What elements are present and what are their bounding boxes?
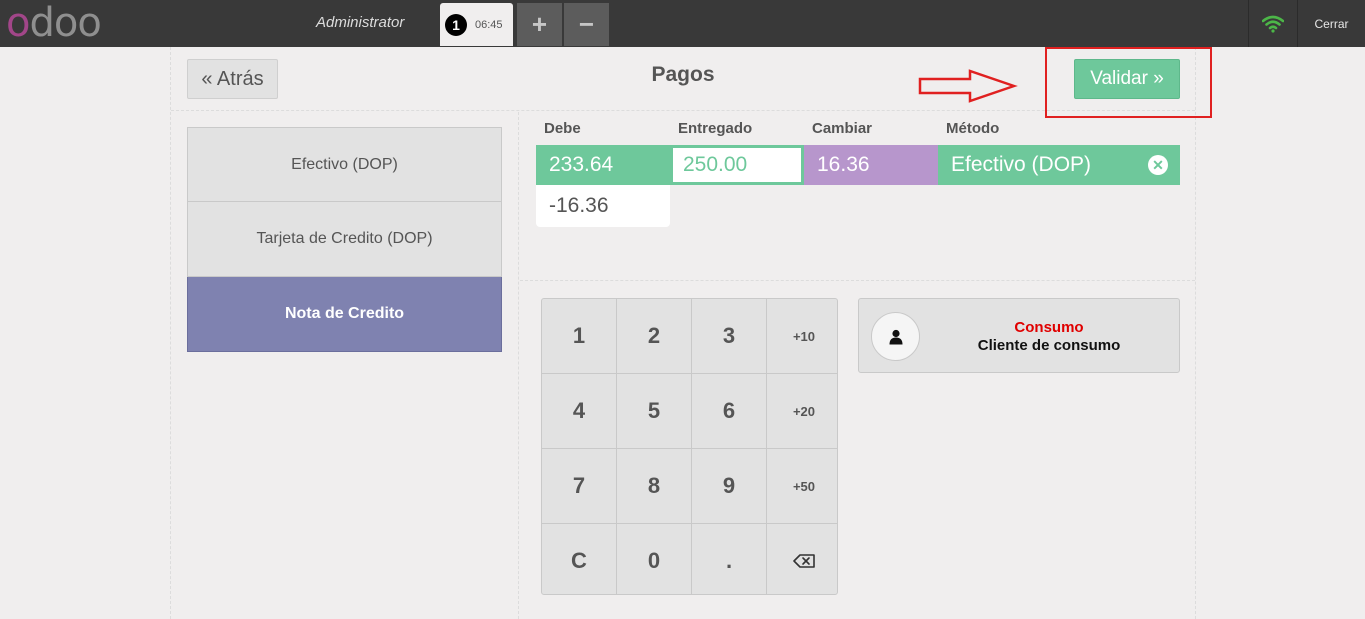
annotation-highlight-box <box>1045 47 1212 118</box>
numpad-key-clear[interactable]: C <box>542 524 616 594</box>
top-bar: o doo Administrator 1 06:45 + − Cerrar <box>0 0 1365 47</box>
payment-method-credit-note[interactable]: Nota de Credito <box>187 277 502 352</box>
header-change: Cambiar <box>812 120 873 137</box>
header-method: Método <box>946 120 1000 137</box>
wifi-icon <box>1262 15 1284 33</box>
numpad: 1 2 3 +10 4 5 6 +20 7 8 9 +50 C 0 . <box>541 298 838 595</box>
network-status[interactable] <box>1248 0 1297 47</box>
payment-details-panel: Debe Entregado Cambiar Método 233.64 250… <box>520 112 1195 619</box>
numpad-key-5[interactable]: 5 <box>617 374 691 448</box>
line-tendered-input[interactable]: 250.00 <box>670 145 804 185</box>
payment-method-list: Efectivo (DOP) Tarjeta de Credito (DOP) … <box>187 127 502 352</box>
order-time: 06:45 <box>475 18 503 31</box>
add-order-button[interactable]: + <box>517 3 562 46</box>
line-change[interactable]: 16.36 <box>804 145 938 185</box>
numpad-key-0[interactable]: 0 <box>617 524 691 594</box>
delete-order-button[interactable]: − <box>564 3 609 46</box>
backspace-icon <box>793 554 815 568</box>
annotation-arrow-icon <box>918 69 1018 103</box>
user-icon <box>889 329 902 344</box>
numpad-key-plus50[interactable]: +50 <box>767 449 837 523</box>
remove-line-icon[interactable]: ✕ <box>1148 155 1168 175</box>
order-tab[interactable]: 1 06:45 <box>440 3 513 46</box>
paymentlines: Debe Entregado Cambiar Método 233.64 250… <box>520 112 1195 281</box>
odoo-logo: o doo <box>6 0 102 46</box>
logo-letter-o: o <box>6 0 31 46</box>
numpad-key-4[interactable]: 4 <box>542 374 616 448</box>
numpad-key-3[interactable]: 3 <box>692 299 766 373</box>
payment-method-cash[interactable]: Efectivo (DOP) <box>187 127 502 202</box>
page-title: Pagos <box>651 63 715 86</box>
line-method[interactable]: Efectivo (DOP) ✕ <box>938 145 1180 185</box>
back-button[interactable]: « Atrás <box>187 59 278 99</box>
header-tendered: Entregado <box>678 120 753 137</box>
username[interactable]: Administrator <box>316 14 404 31</box>
close-button[interactable]: Cerrar <box>1297 0 1365 47</box>
numpad-backspace-key[interactable] <box>767 524 837 594</box>
customer-info: Consumo Cliente de consumo <box>929 319 1169 355</box>
line-method-label: Efectivo (DOP) <box>951 153 1092 176</box>
payment-screen: Pagos « Atrás Validar » Efectivo (DOP) T… <box>170 47 1212 619</box>
remaining-amount: -16.36 <box>536 185 670 227</box>
numpad-key-plus20[interactable]: +20 <box>767 374 837 448</box>
numpad-key-plus10[interactable]: +10 <box>767 299 837 373</box>
payment-method-credit-card[interactable]: Tarjeta de Credito (DOP) <box>187 202 502 277</box>
numpad-key-8[interactable]: 8 <box>617 449 691 523</box>
numpad-key-7[interactable]: 7 <box>542 449 616 523</box>
numpad-key-dot[interactable]: . <box>692 524 766 594</box>
customer-button[interactable]: Consumo Cliente de consumo <box>858 298 1180 373</box>
customer-name: Consumo <box>1014 319 1084 336</box>
screen-header: Pagos « Atrás Validar » <box>171 47 1212 118</box>
logo-letters: doo <box>29 0 101 46</box>
header-due: Debe <box>544 120 581 137</box>
numpad-key-6[interactable]: 6 <box>692 374 766 448</box>
customer-description: Cliente de consumo <box>977 337 1121 354</box>
payment-methods-panel: Efectivo (DOP) Tarjeta de Credito (DOP) … <box>171 112 519 619</box>
customer-avatar <box>871 312 920 361</box>
order-number: 1 <box>445 13 467 36</box>
numpad-key-1[interactable]: 1 <box>542 299 616 373</box>
numpad-key-2[interactable]: 2 <box>617 299 691 373</box>
line-due[interactable]: 233.64 <box>536 145 670 185</box>
numpad-key-9[interactable]: 9 <box>692 449 766 523</box>
